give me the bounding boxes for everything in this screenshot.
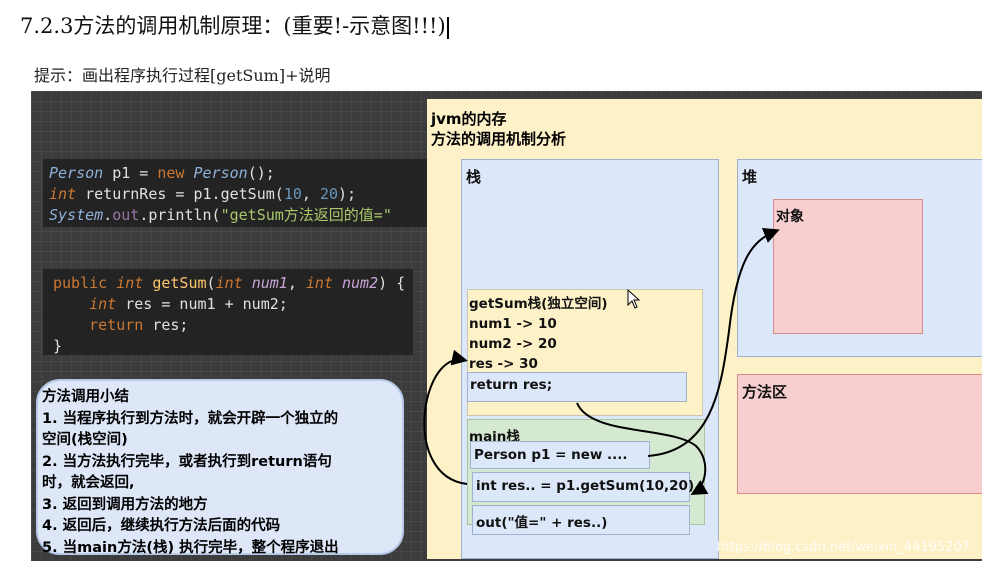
text-cursor [446,16,449,39]
cursor-icon [627,288,641,309]
arrow-return-to-main [576,402,709,496]
slide-canvas: Person p1 = new Person(); int returnRes =… [31,91,982,561]
flow-arrows [423,228,780,496]
page-title: 7.2.3方法的调用机制原理：(重要!-示意图!!!) [20,10,449,40]
hint-text: 提示：画出程序执行过程[getSum]+说明 [34,66,331,85]
watermark-url: https://blog.csdn.net/weixin_44195207 [716,540,970,555]
arrow-new-person-to-object [647,228,780,457]
arrow-call-to-getsum-frame [423,349,468,485]
